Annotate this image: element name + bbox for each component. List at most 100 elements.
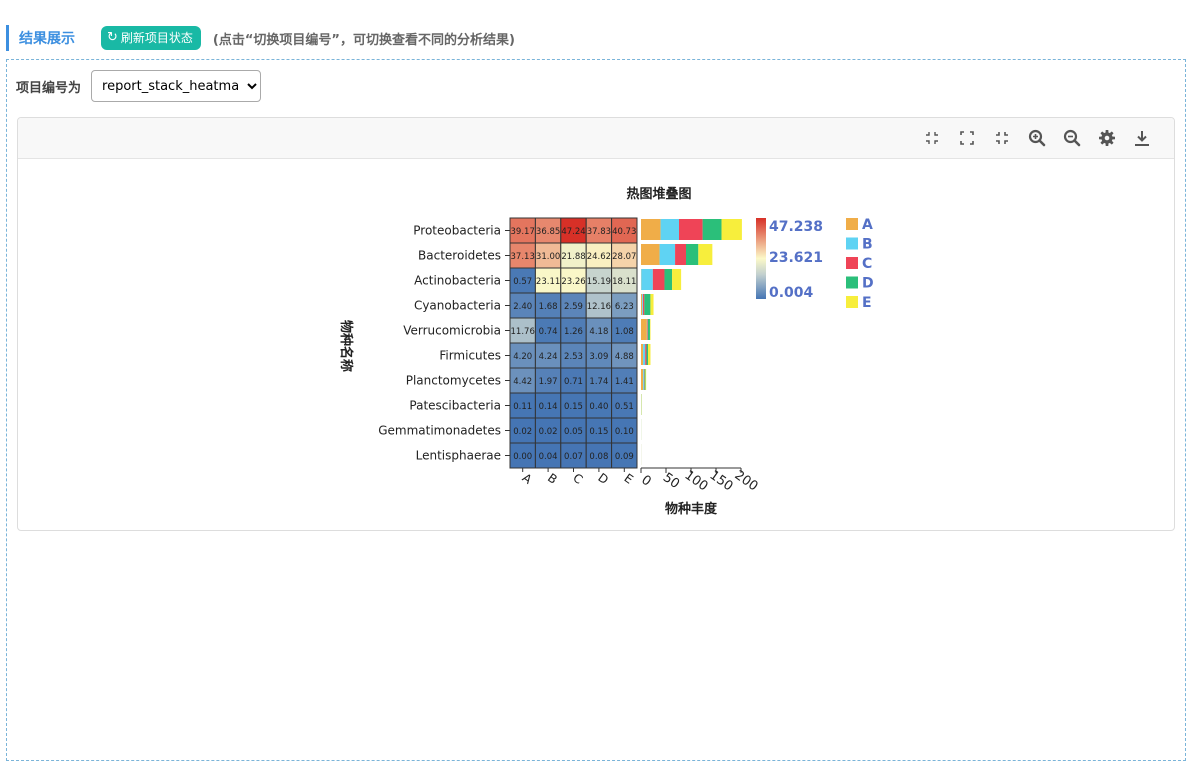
bar-axis-tick-label: 150 [707, 468, 736, 495]
stacked-bar-segment [650, 294, 653, 315]
stacked-heatmap-chart: 热图堆叠图物种名称39.1736.8547.2437.8340.7337.133… [0, 0, 1193, 746]
heatmap-cell-label: 37.83 [587, 227, 611, 237]
bar-axis-tick-label: 200 [732, 468, 761, 495]
row-label: Bacteroidetes [418, 249, 501, 263]
legend-label: E [862, 295, 872, 311]
stacked-bar-segment [642, 294, 643, 315]
stacked-bar-segment [648, 344, 650, 365]
legend-swatch [846, 257, 858, 269]
legend-label: A [862, 217, 873, 233]
legend-swatch [846, 238, 858, 250]
heatmap-cell-label: 47.24 [561, 227, 585, 237]
x-axis-label: 物种丰度 [665, 501, 718, 517]
heatmap-cell-label: 0.10 [615, 427, 634, 437]
heatmap-cell-label: 31.00 [536, 252, 560, 262]
heatmap-cell-label: 11.76 [511, 327, 535, 337]
heatmap-cell-label: 23.26 [561, 277, 585, 287]
heatmap-cell-label: 28.07 [612, 252, 636, 262]
heatmap-cell-label: 21.88 [561, 252, 585, 262]
column-label: D [595, 470, 611, 487]
heatmap-cell-label: 1.41 [615, 377, 634, 387]
column-label: B [545, 471, 560, 487]
row-label: Verrucomicrobia [403, 324, 501, 338]
legend-swatch [846, 218, 858, 230]
stacked-bar-segment [641, 269, 653, 290]
heatmap-cell-label: 0.04 [539, 452, 558, 462]
stacked-bar-segment [641, 244, 660, 265]
stacked-bar-segment [664, 269, 672, 290]
legend-swatch [846, 296, 858, 308]
heatmap-cell-label: 0.15 [589, 427, 608, 437]
row-label: Actinobacteria [414, 274, 501, 288]
colorbar [756, 218, 766, 299]
heatmap-cell-label: 0.02 [513, 427, 532, 437]
stacked-bar-segment [646, 344, 648, 365]
column-label: E [621, 471, 635, 487]
heatmap-cell-label: 36.85 [536, 227, 560, 237]
column-label: A [520, 471, 535, 488]
row-label: Planctomycetes [406, 374, 501, 388]
stacked-bar-segment [647, 319, 648, 340]
bar-axis-tick-label: 0 [638, 473, 653, 490]
stacked-bar-segment [661, 219, 679, 240]
legend-label: C [862, 256, 872, 272]
heatmap-cell-label: 4.18 [589, 327, 608, 337]
heatmap-cell-label: 4.88 [615, 352, 634, 362]
stacked-bar-segment [645, 369, 646, 390]
row-label: Firmicutes [439, 349, 501, 363]
stacked-bar-segment [722, 219, 742, 240]
heatmap-cell-label: 18.11 [612, 277, 636, 287]
y-axis-label: 物种名称 [338, 320, 354, 372]
heatmap-cell-label: 6.23 [615, 302, 634, 312]
heatmap-cell-label: 0.08 [589, 452, 608, 462]
bar-axis-tick-label: 50 [660, 470, 682, 492]
stacked-bar-segment [653, 269, 665, 290]
stacked-bar-segment [660, 244, 676, 265]
column-label: C [570, 471, 585, 487]
stacked-bar-segment [645, 369, 646, 390]
heatmap-cell-label: 1.74 [589, 377, 608, 387]
heatmap-cell-label: 0.71 [564, 377, 583, 387]
heatmap-cell-label: 0.40 [589, 402, 608, 412]
stacked-bar-segment [645, 344, 646, 365]
row-label: Cyanobacteria [414, 299, 501, 313]
legend-swatch [846, 277, 858, 289]
stacked-bar-segment [686, 244, 698, 265]
colorbar-mid-label: 23.621 [769, 250, 823, 266]
stacked-bar-segment [675, 244, 686, 265]
chart-title: 热图堆叠图 [626, 186, 691, 202]
stacked-bar-segment [641, 344, 643, 365]
heatmap-cell-label: 3.09 [589, 352, 608, 362]
heatmap-cell-label: 0.00 [513, 452, 532, 462]
heatmap-cell-label: 23.11 [536, 277, 560, 287]
heatmap-cell-label: 0.05 [564, 427, 583, 437]
row-label: Proteobacteria [413, 224, 501, 238]
stacked-bar-segment [648, 319, 650, 340]
colorbar-min-label: 0.004 [769, 285, 814, 301]
heatmap-cell-label: 0.02 [539, 427, 558, 437]
stacked-bar-segment [698, 244, 712, 265]
heatmap-cell-label: 1.08 [615, 327, 634, 337]
stacked-bar-segment [641, 219, 661, 240]
heatmap-cell-label: 37.13 [511, 252, 535, 262]
stacked-bar-segment [643, 369, 644, 390]
stacked-bar-segment [641, 369, 643, 390]
stacked-bar-segment [672, 269, 681, 290]
heatmap-cell-label: 4.42 [513, 377, 532, 387]
heatmap-cell-label: 2.40 [513, 302, 532, 312]
heatmap-cell-label: 0.14 [539, 402, 558, 412]
stacked-bar-segment [644, 294, 650, 315]
heatmap-cell-label: 1.26 [564, 327, 583, 337]
heatmap-cell-label: 24.62 [587, 252, 611, 262]
heatmap-cell-label: 4.20 [513, 352, 532, 362]
row-label: Lentisphaerae [416, 449, 501, 463]
row-label: Patescibacteria [409, 399, 501, 413]
heatmap-cell-label: 39.17 [511, 227, 535, 237]
stacked-bar-segment [641, 294, 642, 315]
heatmap-cell-label: 0.74 [539, 327, 558, 337]
stacked-bar-segment [679, 219, 703, 240]
heatmap-cell-label: 0.51 [615, 402, 634, 412]
heatmap-cell-label: 0.07 [564, 452, 583, 462]
heatmap-cell-label: 0.11 [513, 402, 532, 412]
heatmap-cell-label: 4.24 [539, 352, 558, 362]
